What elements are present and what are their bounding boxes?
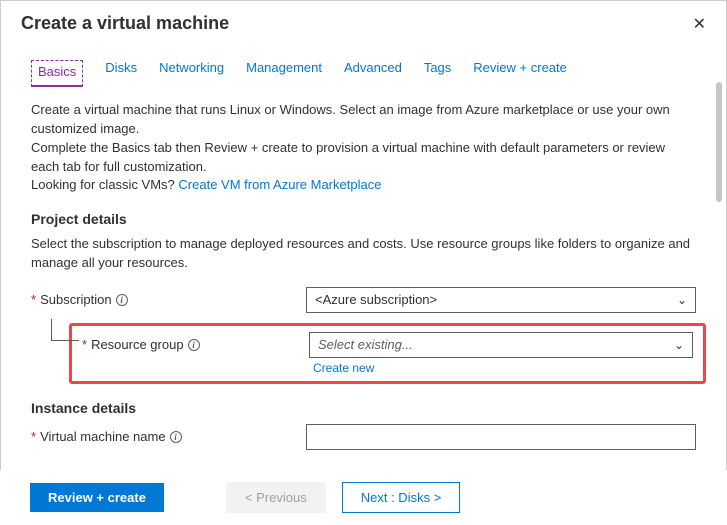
info-icon[interactable]: i [116,294,128,306]
subscription-label: Subscription [40,292,112,307]
previous-button: < Previous [226,482,326,513]
resource-group-placeholder: Select existing... [318,337,413,352]
subscription-field: <Azure subscription> ⌄ [306,287,696,313]
instance-details-heading: Instance details [31,400,696,416]
info-icon[interactable]: i [170,431,182,443]
vm-name-row: * Virtual machine name i [31,424,696,450]
resource-group-field: Select existing... ⌄ [309,332,693,358]
subscription-value: <Azure subscription> [315,292,437,307]
chevron-down-icon: ⌄ [677,293,687,307]
subscription-row: * Subscription i <Azure subscription> ⌄ [31,287,696,313]
dialog-title: Create a virtual machine [21,13,229,34]
chevron-down-icon: ⌄ [674,338,684,352]
review-create-button[interactable]: Review + create [30,483,164,512]
marketplace-link[interactable]: Create VM from Azure Marketplace [178,177,381,192]
resource-group-label-wrap: * Resource group i [82,337,309,352]
tree-connector [51,319,79,341]
tab-disks[interactable]: Disks [105,60,137,87]
content: Basics Disks Networking Management Advan… [1,42,726,470]
tab-basics[interactable]: Basics [31,60,83,87]
intro-line3-prefix: Looking for classic VMs? [31,177,178,192]
close-icon[interactable]: ✕ [693,14,706,34]
resource-group-highlight: * Resource group i Select existing... ⌄ … [69,323,706,384]
next-button[interactable]: Next : Disks > [342,482,461,513]
project-details-heading: Project details [31,211,696,227]
required-marker: * [31,292,36,307]
subscription-label-wrap: * Subscription i [31,292,306,307]
resource-group-label: Resource group [91,337,184,352]
vm-name-field [306,424,696,450]
intro-line2: Complete the Basics tab then Review + cr… [31,140,665,174]
tab-advanced[interactable]: Advanced [344,60,402,87]
tab-tags[interactable]: Tags [424,60,451,87]
subscription-select[interactable]: <Azure subscription> ⌄ [306,287,696,313]
tab-list: Basics Disks Networking Management Advan… [31,60,696,87]
content-wrapper: Basics Disks Networking Management Advan… [1,42,726,474]
tab-review[interactable]: Review + create [473,60,567,87]
resource-group-select[interactable]: Select existing... ⌄ [309,332,693,358]
vm-name-label: Virtual machine name [40,429,166,444]
info-icon[interactable]: i [188,339,200,351]
footer: Review + create < Previous Next : Disks … [0,470,727,525]
create-new-link[interactable]: Create new [313,361,374,375]
project-details-desc: Select the subscription to manage deploy… [31,235,696,273]
required-marker: * [31,429,36,444]
resource-group-wrapper: * Resource group i Select existing... ⌄ … [31,323,696,384]
tab-management[interactable]: Management [246,60,322,87]
scrollbar-track[interactable] [716,82,722,462]
required-marker: * [82,337,87,352]
vm-name-label-wrap: * Virtual machine name i [31,429,306,444]
dialog-header: Create a virtual machine ✕ [1,1,726,42]
vm-name-input[interactable] [306,424,696,450]
scrollbar-thumb[interactable] [716,82,722,202]
intro-text: Create a virtual machine that runs Linux… [31,101,696,195]
intro-line1: Create a virtual machine that runs Linux… [31,102,670,136]
resource-group-row: * Resource group i Select existing... ⌄ [82,332,693,358]
tab-networking[interactable]: Networking [159,60,224,87]
